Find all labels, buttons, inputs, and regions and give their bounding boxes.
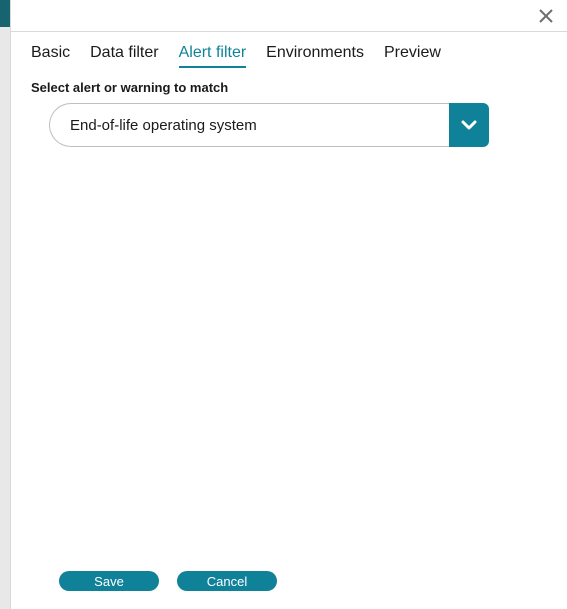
dialog-footer: Save Cancel	[11, 571, 567, 609]
tab-preview[interactable]: Preview	[384, 44, 441, 68]
save-button[interactable]: Save	[59, 571, 159, 591]
dialog-header	[11, 0, 567, 32]
close-button[interactable]	[535, 5, 557, 27]
tab-data-filter[interactable]: Data filter	[90, 44, 158, 68]
alert-select-toggle[interactable]	[449, 103, 489, 147]
tab-content: Select alert or warning to match End-of-…	[11, 68, 567, 571]
dialog-panel: Basic Data filter Alert filter Environme…	[10, 0, 567, 609]
alert-select[interactable]: End-of-life operating system	[49, 103, 489, 147]
cancel-button[interactable]: Cancel	[177, 571, 277, 591]
select-label: Select alert or warning to match	[31, 80, 547, 95]
tab-basic[interactable]: Basic	[31, 44, 70, 68]
tab-environments[interactable]: Environments	[266, 44, 364, 68]
background-strip	[0, 0, 10, 609]
close-icon	[538, 8, 554, 24]
chevron-down-icon	[460, 116, 478, 134]
alert-select-value[interactable]: End-of-life operating system	[49, 103, 449, 147]
tab-bar: Basic Data filter Alert filter Environme…	[11, 32, 567, 68]
tab-alert-filter[interactable]: Alert filter	[179, 44, 247, 68]
